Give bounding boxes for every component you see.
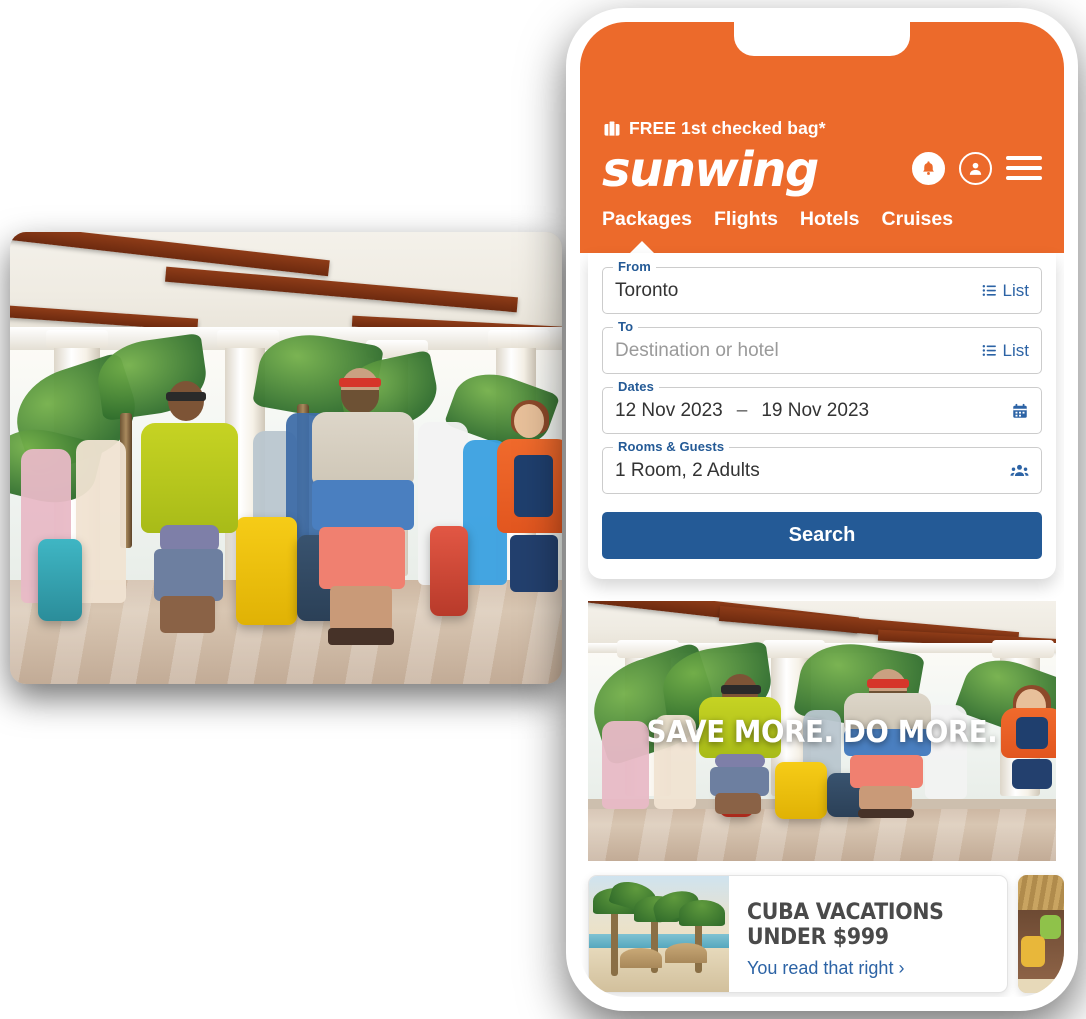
from-list-button[interactable]: List (981, 281, 1029, 301)
brand-row: sunwing (602, 146, 1042, 194)
calendar-icon[interactable] (1011, 402, 1029, 420)
guests-icon[interactable] (1010, 461, 1029, 480)
rooms-guests-label: Rooms & Guests (613, 439, 730, 454)
resort-lobby-scene (10, 232, 562, 684)
app-header: FREE 1st checked bag* sunwing Packages F… (580, 22, 1064, 254)
tab-packages[interactable]: Packages (602, 208, 692, 231)
list-icon (982, 285, 996, 296)
user-icon[interactable] (959, 151, 992, 185)
from-value: Toronto (615, 279, 679, 301)
tab-cruises[interactable]: Cruises (882, 208, 954, 231)
dates-field[interactable]: Dates 12 Nov 2023 – 19 Nov 2023 (602, 379, 1042, 434)
tab-flights[interactable]: Flights (714, 208, 778, 231)
from-list-label: List (1002, 280, 1029, 300)
dates-range: 12 Nov 2023 – 19 Nov 2023 (615, 400, 869, 422)
traveler-figure (137, 381, 242, 643)
to-list-label: List (1002, 340, 1029, 360)
free-bag-text: FREE 1st checked bag* (629, 118, 826, 138)
to-placeholder: Destination or hotel (615, 339, 779, 361)
promo-link[interactable]: You read that right › (747, 958, 1007, 979)
promo-text-block: CUBA VACATIONS UNDER $999 You read that … (729, 876, 1007, 992)
promo-thumbnail (589, 876, 729, 992)
mockup-stage: FREE 1st checked bag* sunwing Packages F… (0, 0, 1086, 1019)
from-label: From (613, 259, 656, 274)
promo-card[interactable]: CUBA VACATIONS UNDER $999 You read that … (588, 875, 1008, 993)
header-icon-group (912, 151, 1042, 189)
free-bag-banner: FREE 1st checked bag* (602, 118, 1042, 139)
to-field[interactable]: To Destination or hotel List (602, 319, 1042, 374)
sunwing-logo[interactable]: sunwing (602, 146, 819, 194)
hamburger-menu-icon[interactable] (1006, 156, 1042, 180)
date-end: 19 Nov 2023 (761, 399, 870, 421)
primary-nav-tabs: Packages Flights Hotels Cruises (602, 208, 1042, 231)
traveler-figure (496, 399, 562, 639)
date-separator: – (736, 399, 748, 421)
suitcase-icon (602, 119, 622, 139)
dates-label: Dates (613, 379, 659, 394)
hero-banner[interactable]: SAVE MORE. DO MORE. (588, 601, 1056, 861)
traveler-figure (308, 367, 418, 648)
date-start: 12 Nov 2023 (615, 399, 723, 421)
promo-card-next-peek[interactable] (1018, 875, 1064, 993)
promo-carousel: CUBA VACATIONS UNDER $999 You read that … (588, 875, 1064, 993)
list-icon (982, 345, 996, 356)
search-button[interactable]: Search (602, 512, 1042, 559)
promo-title: CUBA VACATIONS UNDER $999 (747, 900, 944, 950)
phone-notch (734, 22, 910, 56)
lifestyle-photo (10, 232, 562, 684)
search-form-card: From Toronto List To Destination or hote… (588, 253, 1056, 579)
tab-hotels[interactable]: Hotels (800, 208, 860, 231)
hero-headline: SAVE MORE. DO MORE. (646, 715, 998, 751)
phone-device-frame: FREE 1st checked bag* sunwing Packages F… (566, 8, 1078, 1011)
from-field[interactable]: From Toronto List (602, 259, 1042, 314)
phone-screen: FREE 1st checked bag* sunwing Packages F… (580, 22, 1064, 997)
bell-icon[interactable] (912, 151, 945, 185)
to-list-button[interactable]: List (981, 341, 1029, 361)
to-label: To (613, 319, 639, 334)
rooms-guests-field[interactable]: Rooms & Guests 1 Room, 2 Adults (602, 439, 1042, 494)
rooms-guests-value: 1 Room, 2 Adults (615, 459, 760, 481)
